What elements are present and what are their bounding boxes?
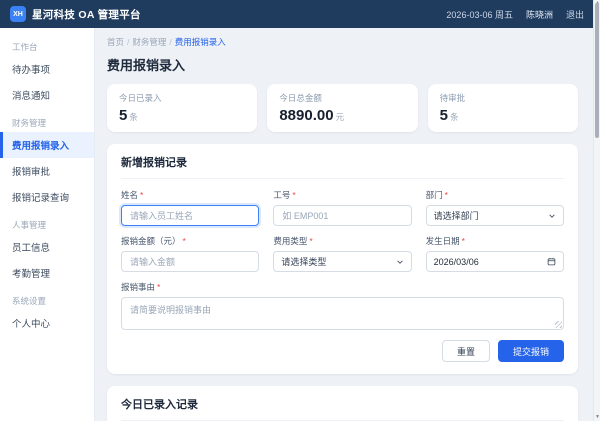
sidebar-section-title: 工作台 — [0, 32, 94, 56]
sidebar-item-个人中心[interactable]: 个人中心 — [0, 310, 94, 336]
date-value: 2026/03/06 — [434, 257, 479, 267]
stat-value: 5条 — [119, 107, 245, 124]
form-title: 新增报销记录 — [121, 154, 564, 179]
sidebar-item-费用报销录入[interactable]: 费用报销录入 — [0, 132, 94, 158]
form-grid: 姓名* 工号* 部门* 请选择部门 报销金额（元）* — [121, 189, 564, 272]
new-expense-form-card: 新增报销记录 姓名* 工号* 部门* 请选择部门 — [107, 144, 578, 374]
sidebar-section-title: 系统设置 — [0, 286, 94, 310]
stat-card: 今日总金额 8890.00元 — [267, 84, 417, 132]
app-logo-icon: XH — [10, 6, 26, 22]
department-select-value: 请选择部门 — [434, 209, 479, 222]
stat-value: 5条 — [440, 107, 566, 124]
stat-label: 今日已录入 — [119, 92, 245, 104]
page-title: 费用报销录入 — [107, 55, 578, 74]
required-mark: * — [183, 236, 186, 246]
field-emp-id: 工号* — [273, 189, 411, 226]
required-mark: * — [309, 236, 312, 246]
scrollbar-thumb[interactable] — [595, 3, 599, 138]
expense-type-select-value: 请选择类型 — [281, 255, 326, 268]
main-content: 首页/财务管理/费用报销录入 费用报销录入 今日已录入5条今日总金额8890.0… — [95, 28, 600, 421]
required-mark: * — [445, 190, 448, 200]
field-reason: 报销事由* — [121, 281, 564, 330]
field-expense-type: 费用类型* 请选择类型 — [273, 235, 411, 272]
date-label: 发生日期* — [426, 235, 564, 247]
breadcrumb: 首页/财务管理/费用报销录入 — [107, 36, 578, 48]
form-buttons: 重置 提交报销 — [121, 340, 564, 362]
stat-value: 8890.00元 — [279, 107, 405, 124]
submit-button[interactable]: 提交报销 — [498, 340, 564, 362]
textarea-resize-handle[interactable] — [555, 321, 562, 328]
field-amount: 报销金额（元）* — [121, 235, 259, 272]
field-date: 发生日期* 2026/03/06 — [426, 235, 564, 272]
reason-textarea[interactable] — [121, 297, 564, 330]
calendar-icon[interactable] — [547, 257, 556, 266]
app-title: 星河科技 OA 管理平台 — [32, 7, 141, 22]
breadcrumb-current: 费用报销录入 — [175, 37, 226, 47]
reset-button[interactable]: 重置 — [442, 340, 490, 362]
required-mark: * — [462, 236, 465, 246]
sidebar-item-考勤管理[interactable]: 考勤管理 — [0, 260, 94, 286]
required-mark: * — [157, 282, 160, 292]
user-name[interactable]: 陈晓洲 — [526, 8, 553, 21]
sidebar-item-待办事项[interactable]: 待办事项 — [0, 56, 94, 82]
chevron-down-icon — [548, 212, 556, 220]
amount-label: 报销金额（元）* — [121, 235, 259, 247]
required-mark: * — [292, 190, 295, 200]
breadcrumb-separator: / — [127, 37, 129, 47]
scrollbar-down-arrow[interactable]: ▼ — [594, 414, 600, 420]
table-title: 今日已录入记录 — [121, 396, 564, 421]
sidebar-item-员工信息[interactable]: 员工信息 — [0, 234, 94, 260]
stat-label: 今日总金额 — [279, 92, 405, 104]
page-scrollbar[interactable]: ▲ ▼ — [593, 0, 600, 421]
amount-input[interactable] — [121, 251, 259, 272]
breadcrumb-finance[interactable]: 财务管理 — [132, 37, 166, 47]
expense-type-label: 费用类型* — [273, 235, 411, 247]
sidebar-item-报销记录查询[interactable]: 报销记录查询 — [0, 184, 94, 210]
required-mark: * — [140, 190, 143, 200]
department-select[interactable]: 请选择部门 — [426, 205, 564, 226]
field-name: 姓名* — [121, 189, 259, 226]
emp-id-input[interactable] — [273, 205, 411, 226]
chevron-down-icon — [396, 258, 404, 266]
top-bar: XH 星河科技 OA 管理平台 2026-03-06 周五 陈晓洲 退出 — [0, 0, 600, 28]
breadcrumb-home[interactable]: 首页 — [107, 37, 124, 47]
name-label: 姓名* — [121, 189, 259, 201]
department-label: 部门* — [426, 189, 564, 201]
layout: 工作台待办事项消息通知财务管理费用报销录入报销审批报销记录查询人事管理员工信息考… — [0, 28, 600, 421]
sidebar-section-title: 人事管理 — [0, 210, 94, 234]
emp-id-label: 工号* — [273, 189, 411, 201]
field-department: 部门* 请选择部门 — [426, 189, 564, 226]
brand: XH 星河科技 OA 管理平台 — [10, 6, 141, 22]
stat-unit: 条 — [450, 112, 459, 122]
name-input[interactable] — [121, 205, 259, 226]
sidebar-item-消息通知[interactable]: 消息通知 — [0, 82, 94, 108]
today-records-card: 今日已录入记录 序号姓名工号部门金额（元）费用类型日期事由状态 1张三EMP00… — [107, 386, 578, 421]
reason-label: 报销事由* — [121, 281, 564, 293]
top-bar-right: 2026-03-06 周五 陈晓洲 退出 — [446, 8, 584, 21]
sidebar: 工作台待办事项消息通知财务管理费用报销录入报销审批报销记录查询人事管理员工信息考… — [0, 28, 95, 421]
date-input[interactable]: 2026/03/06 — [426, 251, 564, 272]
logout-button[interactable]: 退出 — [566, 8, 584, 21]
stats-row: 今日已录入 5条 今日总金额 8890.00元 待审批 5条 — [107, 84, 578, 132]
stat-unit: 条 — [129, 112, 138, 122]
current-date: 2026-03-06 周五 — [446, 8, 513, 21]
sidebar-section-title: 财务管理 — [0, 108, 94, 132]
expense-type-select[interactable]: 请选择类型 — [273, 251, 411, 272]
stat-label: 待审批 — [440, 92, 566, 104]
sidebar-item-报销审批[interactable]: 报销审批 — [0, 158, 94, 184]
stat-unit: 元 — [336, 112, 345, 122]
stat-card: 待审批 5条 — [428, 84, 578, 132]
breadcrumb-separator: / — [169, 37, 171, 47]
stat-card: 今日已录入 5条 — [107, 84, 257, 132]
